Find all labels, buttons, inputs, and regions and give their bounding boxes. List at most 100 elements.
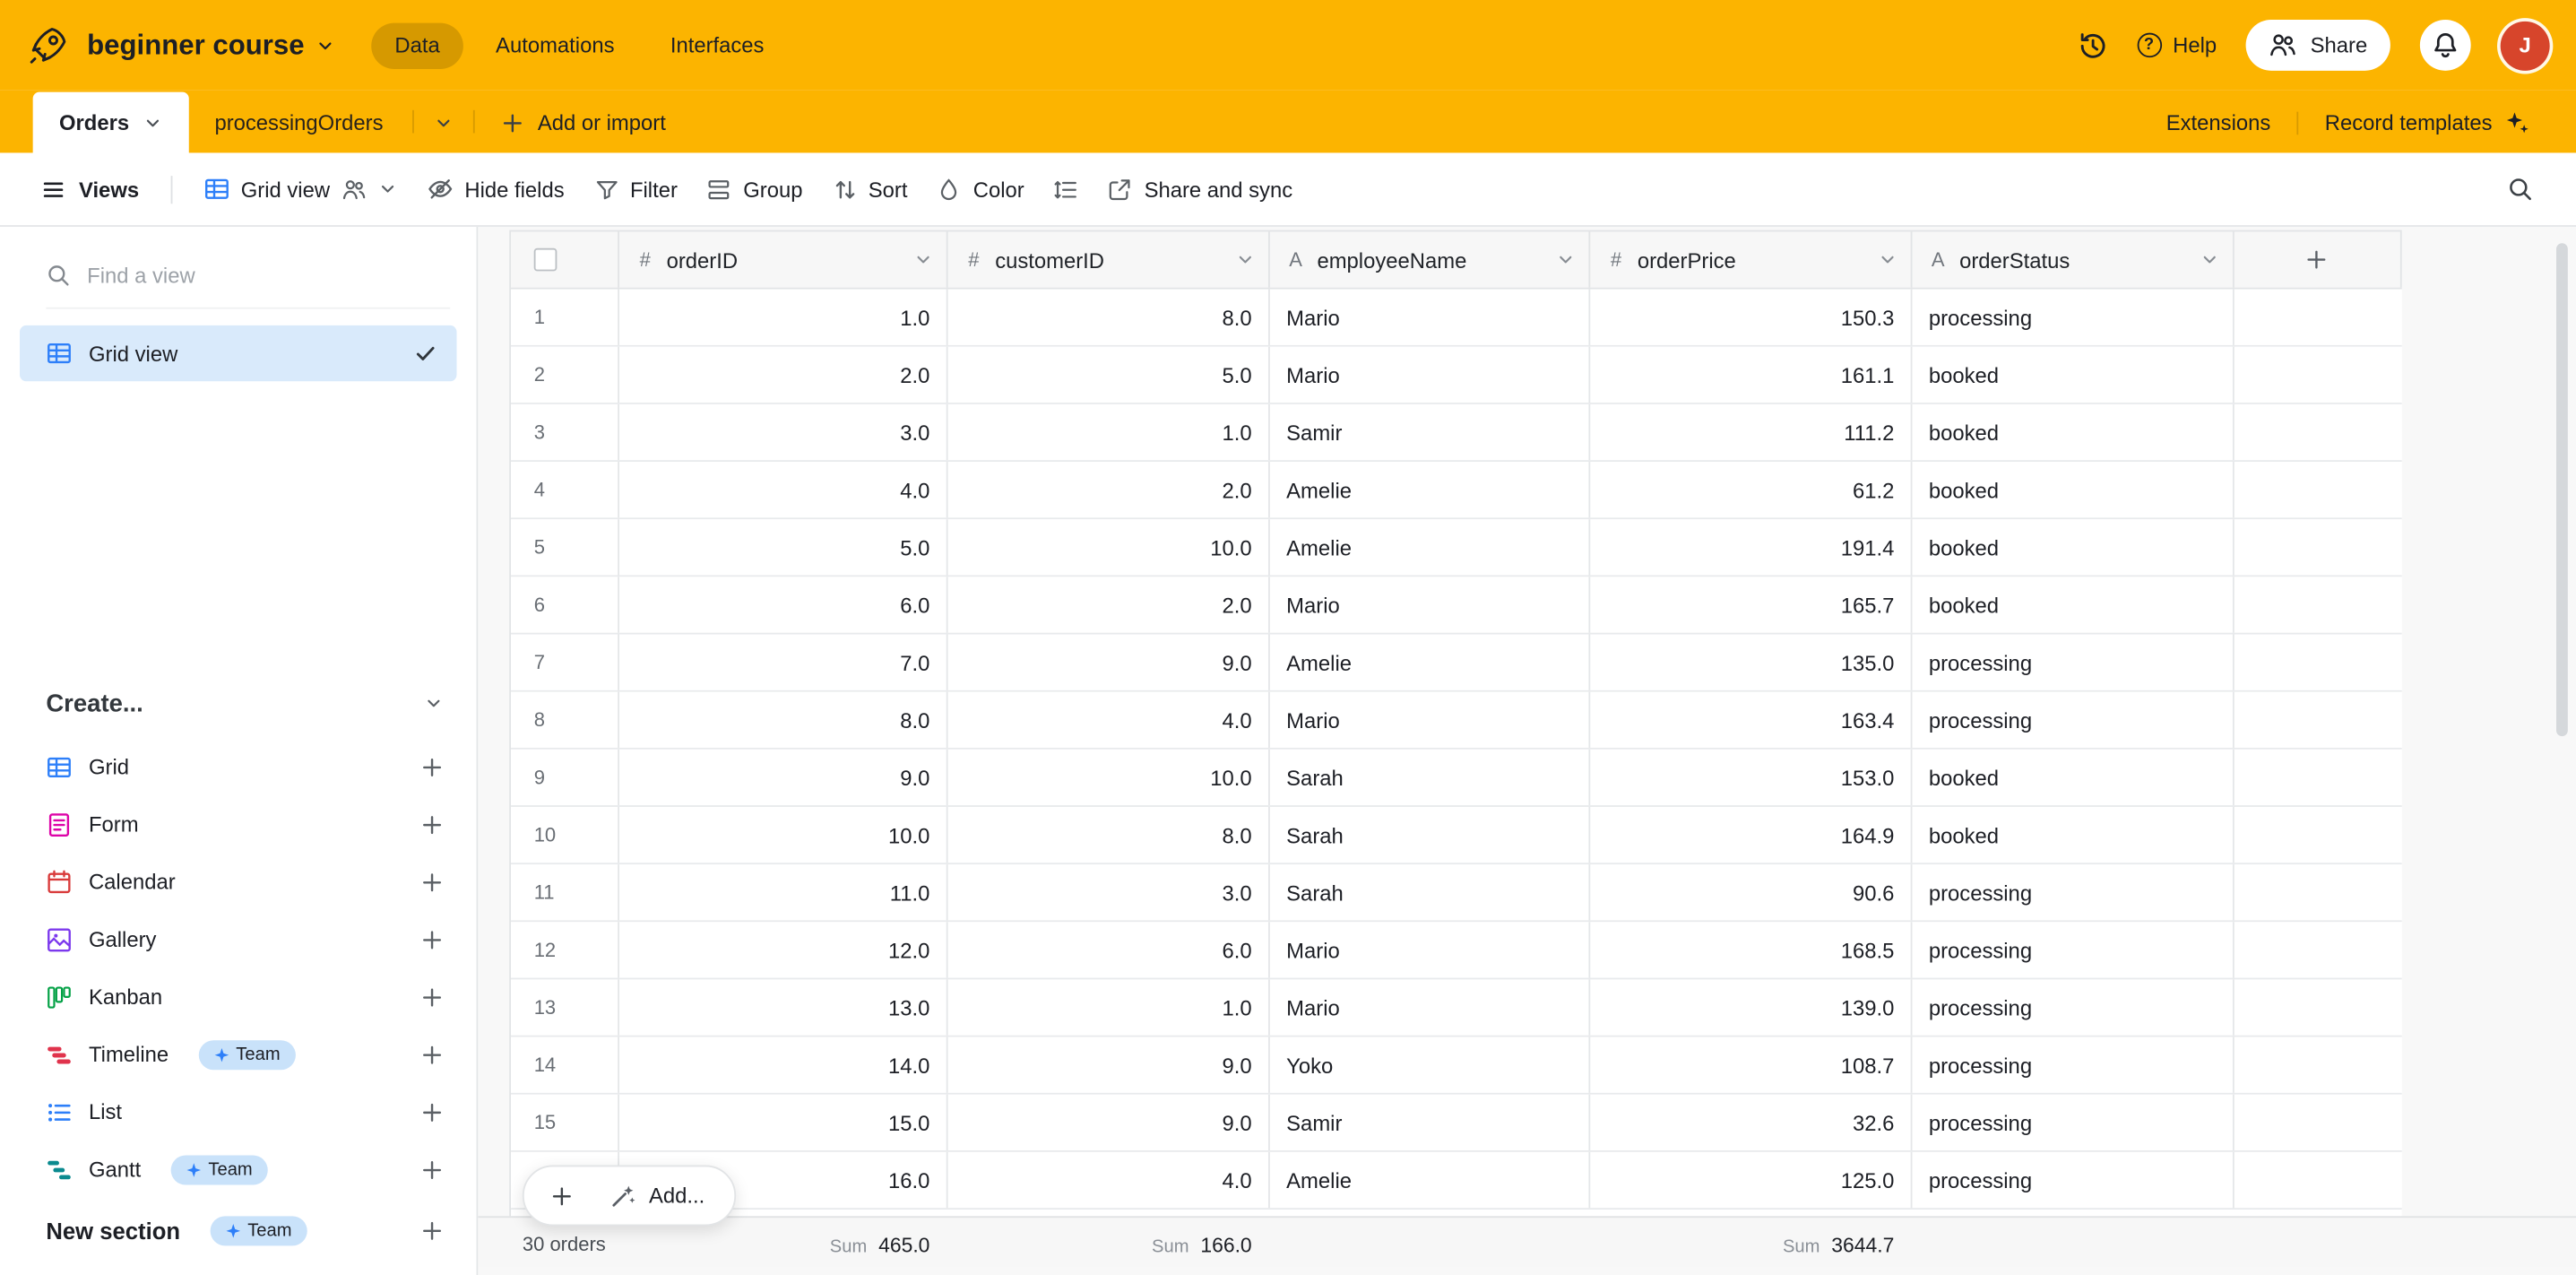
sidebar-item-list[interactable]: List bbox=[0, 1083, 477, 1141]
cell-orderID[interactable]: 4.0 bbox=[619, 462, 948, 517]
table-row[interactable]: 1212.06.0Mario168.5processing bbox=[511, 922, 2402, 979]
cell-customerID[interactable]: 2.0 bbox=[948, 462, 1270, 517]
cell-orderPrice[interactable]: 139.0 bbox=[1590, 979, 1912, 1035]
table-row[interactable]: 1515.09.0Samir32.6processing bbox=[511, 1095, 2402, 1152]
cell-orderStatus[interactable]: processing bbox=[1913, 290, 2235, 345]
cell-orderID[interactable]: 12.0 bbox=[619, 922, 948, 977]
row-number[interactable]: 1 bbox=[511, 290, 619, 345]
cell-customerID[interactable]: 4.0 bbox=[948, 1152, 1270, 1208]
sidebar-view-grid-view[interactable]: Grid view bbox=[20, 325, 457, 381]
cell-orderID[interactable]: 6.0 bbox=[619, 577, 948, 632]
row-number[interactable]: 3 bbox=[511, 404, 619, 460]
column-header-employeeName[interactable]: AemployeeName bbox=[1269, 231, 1589, 287]
cell-orderPrice[interactable]: 191.4 bbox=[1590, 519, 1912, 575]
row-number[interactable]: 6 bbox=[511, 577, 619, 632]
column-dropdown-icon[interactable] bbox=[1235, 250, 1255, 270]
cell-employeeName[interactable]: Amelie bbox=[1270, 635, 1590, 690]
cell-orderStatus[interactable]: booked bbox=[1913, 577, 2235, 632]
cell-orderStatus[interactable]: processing bbox=[1913, 1152, 2235, 1208]
cell-orderID[interactable]: 3.0 bbox=[619, 404, 948, 460]
cell-orderID[interactable]: 14.0 bbox=[619, 1037, 948, 1093]
nav-tab-interfaces[interactable]: Interfaces bbox=[647, 22, 787, 68]
cell-orderPrice[interactable]: 165.7 bbox=[1590, 577, 1912, 632]
cell-orderID[interactable]: 13.0 bbox=[619, 979, 948, 1035]
create-section-header[interactable]: Create... bbox=[0, 675, 477, 731]
cell-orderStatus[interactable]: booked bbox=[1913, 807, 2235, 863]
history-button[interactable] bbox=[2078, 30, 2107, 60]
table-row[interactable]: 44.02.0Amelie61.2booked bbox=[511, 462, 2402, 519]
table-row[interactable]: 11.08.0Mario150.3processing bbox=[511, 290, 2402, 347]
cell-orderID[interactable]: 11.0 bbox=[619, 864, 948, 920]
table-row[interactable]: 22.05.0Mario161.1booked bbox=[511, 347, 2402, 404]
cell-orderStatus[interactable]: processing bbox=[1913, 922, 2235, 977]
cell-employeeName[interactable]: Sarah bbox=[1270, 807, 1590, 863]
row-number[interactable]: 7 bbox=[511, 635, 619, 690]
sidebar-item-gallery[interactable]: Gallery bbox=[0, 910, 477, 967]
column-dropdown-icon[interactable] bbox=[913, 250, 933, 270]
current-view-button[interactable]: Grid view bbox=[188, 166, 412, 212]
row-height-button[interactable] bbox=[1039, 167, 1093, 211]
cell-customerID[interactable]: 10.0 bbox=[948, 750, 1270, 805]
cell-orderStatus[interactable]: booked bbox=[1913, 750, 2235, 805]
add-record-button[interactable] bbox=[534, 1172, 590, 1219]
cell-customerID[interactable]: 4.0 bbox=[948, 692, 1270, 748]
table-tab-processingorders[interactable]: processingOrders bbox=[188, 92, 410, 153]
share-button[interactable]: Share bbox=[2246, 20, 2390, 71]
cell-orderStatus[interactable]: processing bbox=[1913, 692, 2235, 748]
row-number[interactable]: 12 bbox=[511, 922, 619, 977]
cell-customerID[interactable]: 5.0 bbox=[948, 347, 1270, 403]
sidebar-item-calendar[interactable]: Calendar bbox=[0, 853, 477, 910]
cell-orderPrice[interactable]: 135.0 bbox=[1590, 635, 1912, 690]
cell-customerID[interactable]: 6.0 bbox=[948, 922, 1270, 977]
add-field-button[interactable] bbox=[2234, 231, 2402, 287]
cell-employeeName[interactable]: Mario bbox=[1270, 347, 1590, 403]
cell-employeeName[interactable]: Mario bbox=[1270, 290, 1590, 345]
row-number[interactable]: 4 bbox=[511, 462, 619, 517]
cell-employeeName[interactable]: Mario bbox=[1270, 979, 1590, 1035]
cell-orderStatus[interactable]: booked bbox=[1913, 347, 2235, 403]
cell-customerID[interactable]: 9.0 bbox=[948, 1095, 1270, 1150]
add-view-button[interactable] bbox=[420, 871, 444, 894]
cell-orderPrice[interactable]: 61.2 bbox=[1590, 462, 1912, 517]
sum-customerid[interactable]: Sum166.0 bbox=[947, 1231, 1268, 1261]
table-row[interactable]: 99.010.0Sarah153.0booked bbox=[511, 750, 2402, 807]
table-row[interactable]: 55.010.0Amelie191.4booked bbox=[511, 519, 2402, 577]
sidebar-item-form[interactable]: Form bbox=[0, 795, 477, 853]
column-header-orderStatus[interactable]: AorderStatus bbox=[1912, 231, 2234, 287]
row-number[interactable]: 14 bbox=[511, 1037, 619, 1093]
base-name-button[interactable]: beginner course bbox=[87, 29, 335, 62]
color-button[interactable]: Color bbox=[922, 167, 1039, 211]
share-and-sync-button[interactable]: Share and sync bbox=[1094, 167, 1308, 211]
cell-employeeName[interactable]: Mario bbox=[1270, 922, 1590, 977]
cell-orderPrice[interactable]: 161.1 bbox=[1590, 347, 1912, 403]
user-avatar[interactable]: J bbox=[2501, 21, 2550, 70]
cell-orderPrice[interactable]: 150.3 bbox=[1590, 290, 1912, 345]
table-row[interactable]: 1616.04.0Amelie125.0processing bbox=[511, 1152, 2402, 1210]
views-toggle-button[interactable]: Views bbox=[26, 167, 153, 211]
cell-customerID[interactable]: 9.0 bbox=[948, 635, 1270, 690]
row-number[interactable]: 5 bbox=[511, 519, 619, 575]
cell-orderID[interactable]: 9.0 bbox=[619, 750, 948, 805]
table-list-dropdown-button[interactable] bbox=[418, 92, 471, 153]
cell-orderID[interactable]: 7.0 bbox=[619, 635, 948, 690]
column-header-customerID[interactable]: #customerID bbox=[947, 231, 1269, 287]
cell-orderPrice[interactable]: 163.4 bbox=[1590, 692, 1912, 748]
add-view-button[interactable] bbox=[420, 1043, 444, 1066]
cell-orderStatus[interactable]: processing bbox=[1913, 1095, 2235, 1150]
cell-orderID[interactable]: 10.0 bbox=[619, 807, 948, 863]
sidebar-item-gantt[interactable]: GanttTeam bbox=[0, 1141, 477, 1198]
cell-orderPrice[interactable]: 125.0 bbox=[1590, 1152, 1912, 1208]
add-or-import-button[interactable]: Add or import bbox=[479, 92, 689, 153]
cell-orderPrice[interactable]: 108.7 bbox=[1590, 1037, 1912, 1093]
nav-tab-data[interactable]: Data bbox=[372, 22, 463, 68]
row-number[interactable]: 15 bbox=[511, 1095, 619, 1150]
row-number[interactable]: 9 bbox=[511, 750, 619, 805]
column-header-orderID[interactable]: #orderID bbox=[618, 231, 947, 287]
search-button[interactable] bbox=[2497, 166, 2543, 212]
table-row[interactable]: 66.02.0Mario165.7booked bbox=[511, 577, 2402, 634]
cell-orderPrice[interactable]: 153.0 bbox=[1590, 750, 1912, 805]
rocket-logo-icon[interactable] bbox=[26, 23, 70, 67]
cell-orderStatus[interactable]: booked bbox=[1913, 519, 2235, 575]
cell-employeeName[interactable]: Sarah bbox=[1270, 864, 1590, 920]
cell-employeeName[interactable]: Yoko bbox=[1270, 1037, 1590, 1093]
